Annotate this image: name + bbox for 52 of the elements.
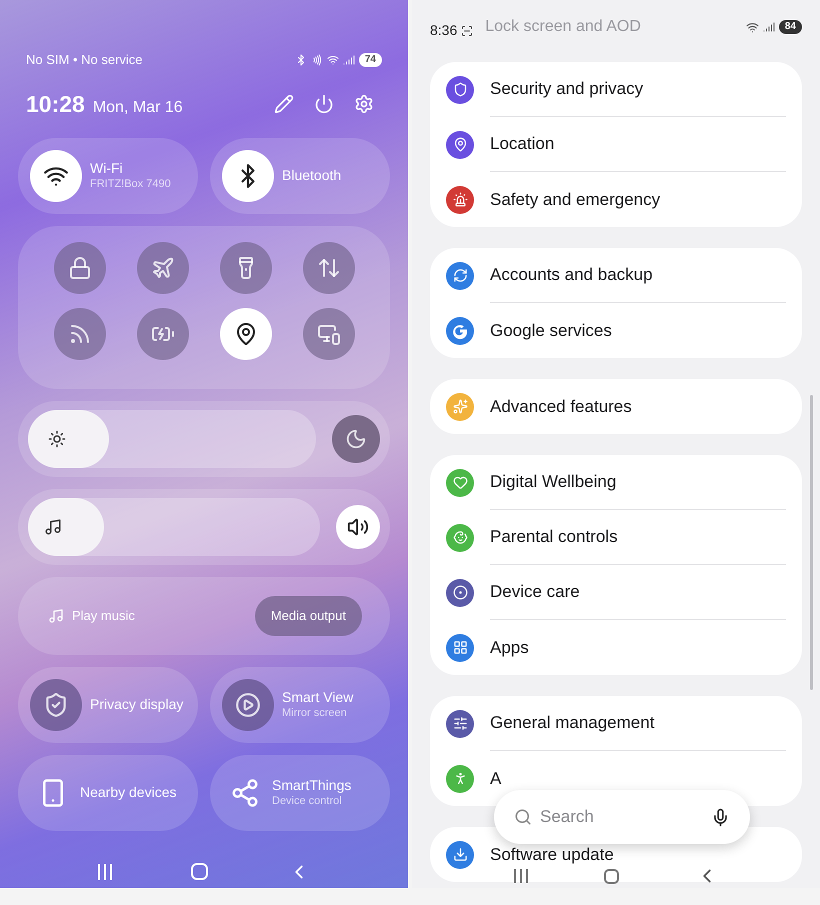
recent-apps-icon[interactable] (98, 864, 112, 880)
volume-slider[interactable] (28, 498, 320, 556)
item-label[interactable]: Digital Wellbeing (490, 472, 616, 492)
battery-level: 74 (358, 53, 382, 67)
tile-title: Bluetooth (282, 167, 342, 185)
item-label[interactable]: A (490, 768, 502, 788)
airplane-icon[interactable] (136, 242, 188, 294)
item-label[interactable]: Location (490, 134, 554, 154)
screenshot-icon (461, 24, 474, 36)
tile-title: Smart View (282, 689, 354, 707)
date: Mon, Mar 16 (92, 98, 183, 118)
settings-icon[interactable] (354, 94, 374, 114)
arrows-icon[interactable] (302, 242, 354, 294)
sun-icon (48, 430, 66, 448)
item-label[interactable]: Software update (490, 844, 614, 864)
search-placeholder: Search (540, 806, 595, 828)
tile-subtitle: Mirror screen (282, 706, 348, 721)
item-label[interactable]: General management (490, 713, 654, 733)
nfc-icon (310, 54, 323, 66)
tile-title: Privacy display (90, 696, 184, 714)
wifi-icon (746, 20, 759, 34)
brightness-slider[interactable] (28, 410, 316, 468)
recent-apps-icon[interactable] (514, 869, 528, 883)
speaker-icon[interactable] (336, 505, 380, 549)
microphone-icon[interactable] (711, 808, 730, 826)
lock-icon[interactable] (54, 242, 106, 294)
item-label[interactable]: Device care (490, 582, 580, 602)
item-label[interactable]: Security and privacy (490, 79, 644, 99)
item-label[interactable]: Parental controls (490, 527, 618, 547)
flashlight-icon[interactable] (220, 242, 272, 294)
item-label[interactable]: Safety and emergency (490, 190, 660, 210)
tile-title: Wi-Fi (90, 160, 124, 178)
media-output-button[interactable]: Media output (254, 596, 362, 636)
item-label[interactable]: Google services (490, 320, 612, 340)
clock-time: 8:36 (430, 21, 458, 40)
tile-subtitle: Device control (272, 794, 343, 809)
item-label[interactable]: Advanced features (490, 396, 632, 416)
clock-time: 10:28 (26, 90, 85, 119)
music-note-icon (48, 608, 64, 624)
search-icon (514, 808, 532, 826)
tile-title: SmartThings (272, 777, 352, 795)
tile-title: Nearby devices (80, 784, 176, 802)
carrier-status: No SIM • No service (26, 51, 143, 70)
home-icon[interactable] (604, 868, 620, 884)
moon-icon[interactable] (332, 415, 380, 463)
tile-subtitle: FRITZ!Box 7490 (90, 178, 171, 192)
battery-level: 84 (778, 20, 802, 34)
music-note-icon (44, 518, 62, 536)
power-icon[interactable] (314, 94, 334, 114)
edit-icon[interactable] (274, 94, 294, 114)
item-label[interactable]: Accounts and backup (490, 265, 653, 285)
item-label[interactable]: Apps (490, 638, 529, 658)
